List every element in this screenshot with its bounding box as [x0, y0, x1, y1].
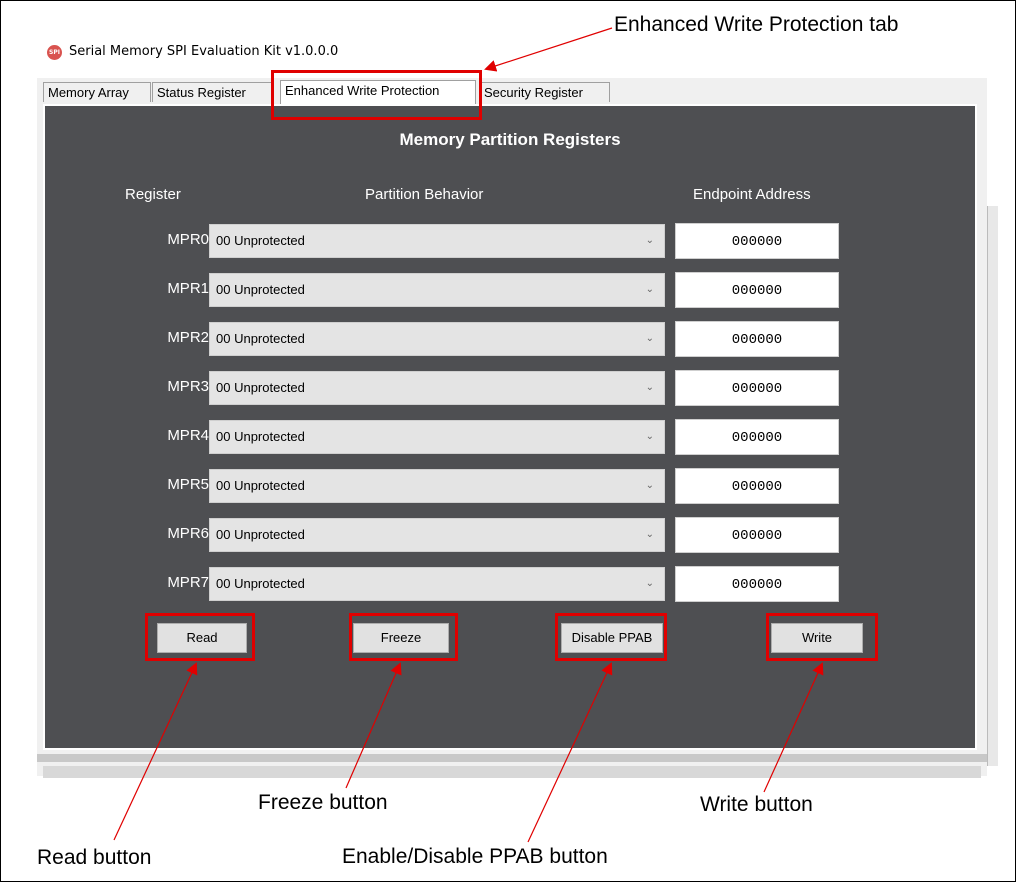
ppab-arrow [527, 662, 613, 843]
ppab-callout-label: Enable/Disable PPAB button [342, 845, 608, 868]
freeze-arrow [345, 662, 402, 789]
tab-arrow [484, 27, 613, 72]
freeze-callout-label: Freeze button [258, 791, 388, 814]
read-callout-label: Read button [37, 846, 152, 869]
callout-arrows [113, 27, 824, 843]
tab-callout-label: Enhanced Write Protection tab [614, 13, 899, 36]
write-callout-label: Write button [700, 793, 813, 816]
write-arrow [763, 662, 824, 793]
read-arrow [113, 662, 198, 841]
